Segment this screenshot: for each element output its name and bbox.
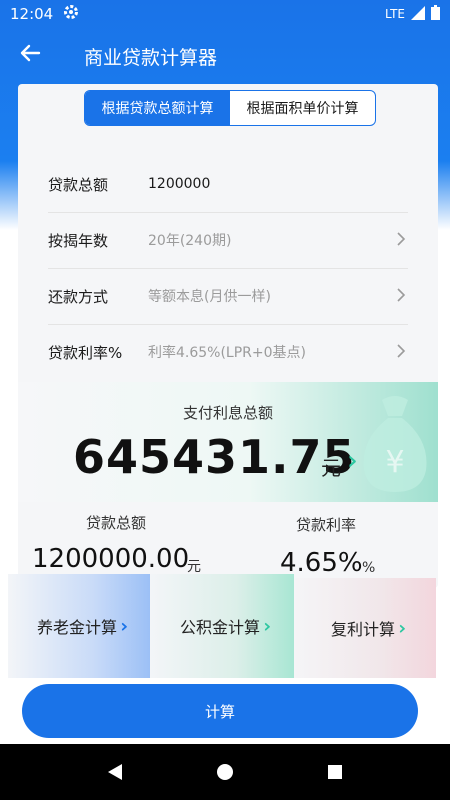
chevron-right-icon	[396, 286, 408, 307]
compound-interest-calc-tile[interactable]: 复利计算 ››	[294, 578, 436, 678]
interest-unit: 元	[321, 456, 341, 480]
method-value: 等额本息(月供一样)	[148, 289, 271, 305]
interest-result-banner: ¥ 支付利息总额 645431.75 元 ››	[18, 382, 438, 502]
interest-value: 645431.75	[73, 430, 356, 484]
nav-home-button[interactable]	[205, 752, 245, 792]
rate-label: 贷款利率%	[48, 343, 123, 362]
tab-by-area[interactable]: 根据面积单价计算	[230, 91, 375, 125]
years-row[interactable]: 按揭年数 20年(240期)	[48, 212, 408, 268]
page-title: 商业贷款计算器	[84, 46, 218, 69]
svg-text:¥: ¥	[385, 445, 404, 480]
circle-home-icon	[217, 764, 233, 780]
nav-recents-button[interactable]	[315, 752, 355, 792]
status-right: LTE	[385, 5, 440, 23]
rate-unit: %	[362, 560, 376, 576]
signal-icon	[411, 5, 425, 23]
calculate-button[interactable]: 计算	[22, 684, 418, 738]
mode-tabs: 根据贷款总额计算 根据面积单价计算	[84, 90, 376, 126]
years-label: 按揭年数	[48, 231, 109, 250]
tab-by-total[interactable]: 根据贷款总额计算	[85, 91, 230, 125]
app-bar: 商业贷款计算器	[0, 28, 450, 84]
nav-back-button[interactable]	[95, 752, 135, 792]
triangle-back-icon	[108, 764, 122, 780]
chevron-right-icon	[396, 230, 408, 251]
rate-value: 利率4.65%(LPR+0基点)	[148, 345, 307, 361]
loan-total-caption: 贷款总额	[86, 514, 147, 532]
loan-total-label: 贷款总额	[48, 175, 109, 194]
arrow-back-icon	[19, 42, 41, 70]
network-label: LTE	[385, 7, 405, 21]
pension-calc-label: 养老金计算	[36, 618, 117, 637]
compound-interest-calc-label: 复利计算	[330, 620, 395, 639]
loan-total-input[interactable]: 1200000	[148, 176, 408, 192]
years-value: 20年(240期)	[148, 233, 232, 249]
gear-icon	[63, 4, 79, 24]
interest-caption: 支付利息总额	[182, 404, 273, 422]
rate-row[interactable]: 贷款利率% 利率4.65%(LPR+0基点)	[48, 324, 408, 380]
loan-total-row[interactable]: 贷款总额 1200000	[48, 156, 408, 212]
loan-total-result: 1200000.00	[32, 544, 190, 574]
method-row[interactable]: 还款方式 等额本息(月供一样)	[48, 268, 408, 324]
housing-fund-calc-tile[interactable]: 公积金计算 ››	[150, 574, 294, 678]
back-button[interactable]	[0, 28, 60, 84]
system-nav-bar	[0, 744, 450, 800]
double-chevron-icon: ››	[347, 446, 356, 476]
pension-calc-tile[interactable]: 养老金计算 ››	[8, 574, 150, 678]
housing-fund-calc-label: 公积金计算	[179, 618, 260, 637]
square-recents-icon	[328, 765, 342, 779]
chevron-right-icon	[396, 342, 408, 363]
loan-total-unit: 元	[187, 559, 201, 575]
status-bar: 12:04 LTE	[0, 0, 450, 28]
battery-icon	[431, 5, 440, 23]
status-time: 12:04	[10, 5, 54, 23]
rate-caption: 贷款利率	[296, 516, 357, 534]
method-label: 还款方式	[48, 287, 109, 306]
